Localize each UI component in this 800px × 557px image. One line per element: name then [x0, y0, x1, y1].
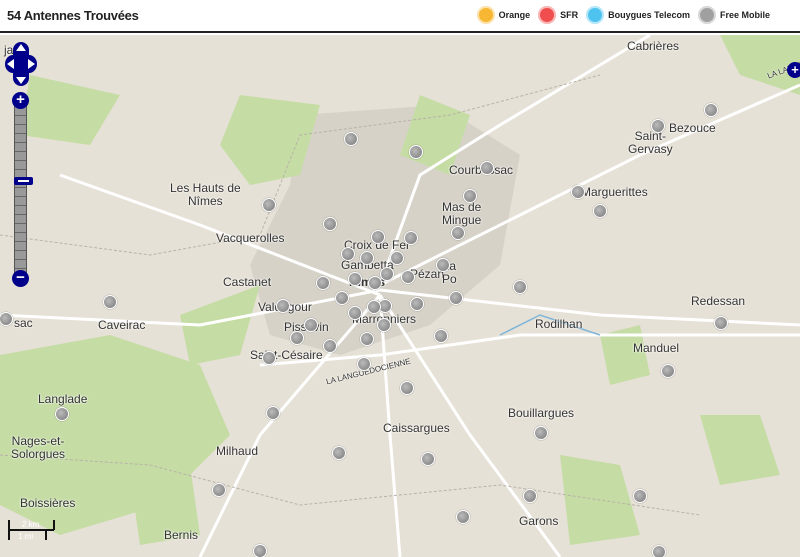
antenna-marker[interactable]: [404, 231, 418, 245]
zoom-out-button[interactable]: −: [12, 270, 29, 287]
antenna-marker[interactable]: [410, 297, 424, 311]
antenna-marker[interactable]: [456, 510, 470, 524]
antenna-marker[interactable]: [367, 300, 381, 314]
place-label: Vacquerolles: [216, 231, 285, 245]
place-label: Bezouce: [669, 121, 716, 135]
antenna-marker[interactable]: [571, 185, 585, 199]
antenna-marker[interactable]: [436, 258, 450, 272]
antenna-marker[interactable]: [652, 545, 666, 557]
antenna-marker[interactable]: [633, 489, 647, 503]
antenna-marker[interactable]: [661, 364, 675, 378]
antenna-marker[interactable]: [360, 332, 374, 346]
scale-bar: 2 km 1 mi: [8, 518, 58, 548]
place-label: Saint- Gervasy: [628, 129, 673, 156]
antenna-marker[interactable]: [534, 426, 548, 440]
antenna-marker[interactable]: [344, 132, 358, 146]
antenna-marker[interactable]: [276, 299, 290, 313]
antenna-marker[interactable]: [593, 204, 607, 218]
antenna-marker[interactable]: [513, 280, 527, 294]
place-label: Milhaud: [216, 444, 259, 458]
antenna-marker[interactable]: [651, 119, 665, 133]
antenna-marker[interactable]: [304, 318, 318, 332]
antenna-marker[interactable]: [262, 351, 276, 365]
scale-mi: 1 mi: [18, 532, 34, 541]
place-label: Rodilhan: [535, 317, 583, 331]
antenna-marker[interactable]: [360, 251, 374, 265]
place-label: Redessan: [691, 294, 746, 308]
map[interactable]: Cabrières Bezouce Saint- Gervasy Courbes…: [0, 35, 800, 557]
antenna-marker[interactable]: [253, 544, 267, 557]
legend-bouygues[interactable]: Bouygues Telecom: [608, 10, 690, 20]
place-label: Garons: [519, 514, 559, 528]
antenna-marker[interactable]: [401, 270, 415, 284]
zoom-control: + −: [12, 92, 33, 288]
place-label: Marguerittes: [581, 185, 648, 199]
place-label: Bouillargues: [508, 406, 575, 420]
antenna-marker[interactable]: [348, 272, 362, 286]
antenna-marker[interactable]: [357, 357, 371, 371]
antenna-marker[interactable]: [316, 276, 330, 290]
legend: Orange SFR Bouygues Telecom Free Mobile: [473, 6, 770, 24]
place-label: Langlade: [38, 392, 88, 406]
legend-sfr[interactable]: SFR: [560, 10, 578, 20]
expand-layer-switcher-button[interactable]: +: [787, 62, 800, 78]
legend-orange[interactable]: Orange: [499, 10, 531, 20]
antenna-marker[interactable]: [377, 318, 391, 332]
map-background: [0, 35, 800, 557]
antenna-marker[interactable]: [335, 291, 349, 305]
antenna-marker[interactable]: [380, 267, 394, 281]
sfr-dot-icon: [538, 6, 557, 24]
antenna-marker[interactable]: [480, 161, 494, 175]
antenna-marker[interactable]: [421, 452, 435, 466]
antenna-marker[interactable]: [463, 189, 477, 203]
place-label: Saint-Césaire: [250, 348, 323, 362]
antenna-marker[interactable]: [323, 217, 337, 231]
place-label: Boissières: [20, 496, 76, 510]
legend-free[interactable]: Free Mobile: [720, 10, 770, 20]
antenna-marker[interactable]: [523, 489, 537, 503]
antenna-marker[interactable]: [103, 295, 117, 309]
antenna-marker[interactable]: [390, 251, 404, 265]
antenna-marker[interactable]: [55, 407, 69, 421]
place-label: sac: [14, 316, 33, 330]
zoom-slider[interactable]: [14, 106, 33, 274]
place-label: Manduel: [633, 341, 680, 355]
place-label: Mas de Mingue: [442, 200, 482, 227]
free-dot-icon: [697, 6, 716, 24]
antenna-marker[interactable]: [400, 381, 414, 395]
antenna-marker[interactable]: [266, 406, 280, 420]
place-label: Bernis: [164, 528, 199, 542]
place-label: Castanet: [223, 275, 272, 289]
antenna-marker[interactable]: [434, 329, 448, 343]
antenna-marker[interactable]: [290, 331, 304, 345]
pan-control[interactable]: [5, 42, 37, 86]
antenna-marker[interactable]: [451, 226, 465, 240]
antenna-marker[interactable]: [409, 145, 423, 159]
antenna-marker[interactable]: [262, 198, 276, 212]
antenna-marker[interactable]: [323, 339, 337, 353]
bouygues-dot-icon: [586, 6, 605, 24]
antenna-marker[interactable]: [212, 483, 226, 497]
antenna-marker[interactable]: [449, 291, 463, 305]
antenna-marker[interactable]: [348, 306, 362, 320]
place-label: Caveirac: [98, 318, 146, 332]
zoom-handle[interactable]: [14, 177, 33, 185]
place-label: Caissargues: [383, 421, 450, 435]
antenna-marker[interactable]: [371, 230, 385, 244]
place-label: Les Hauts de Nîmes: [170, 181, 241, 208]
antenna-marker[interactable]: [368, 276, 382, 290]
antenna-marker[interactable]: [714, 316, 728, 330]
header: 54 Antennes Trouvées Orange SFR Bouygues…: [0, 0, 800, 33]
page-title: 54 Antennes Trouvées: [7, 8, 139, 23]
orange-dot-icon: [476, 6, 495, 24]
place-label: Nages-et- Solorgues: [11, 434, 66, 461]
zoom-in-button[interactable]: +: [12, 92, 29, 109]
place-label: Cabrières: [627, 39, 680, 53]
scale-km: 2 km: [22, 520, 40, 529]
antenna-marker[interactable]: [704, 103, 718, 117]
antenna-marker[interactable]: [341, 247, 355, 261]
antenna-marker[interactable]: [332, 446, 346, 460]
